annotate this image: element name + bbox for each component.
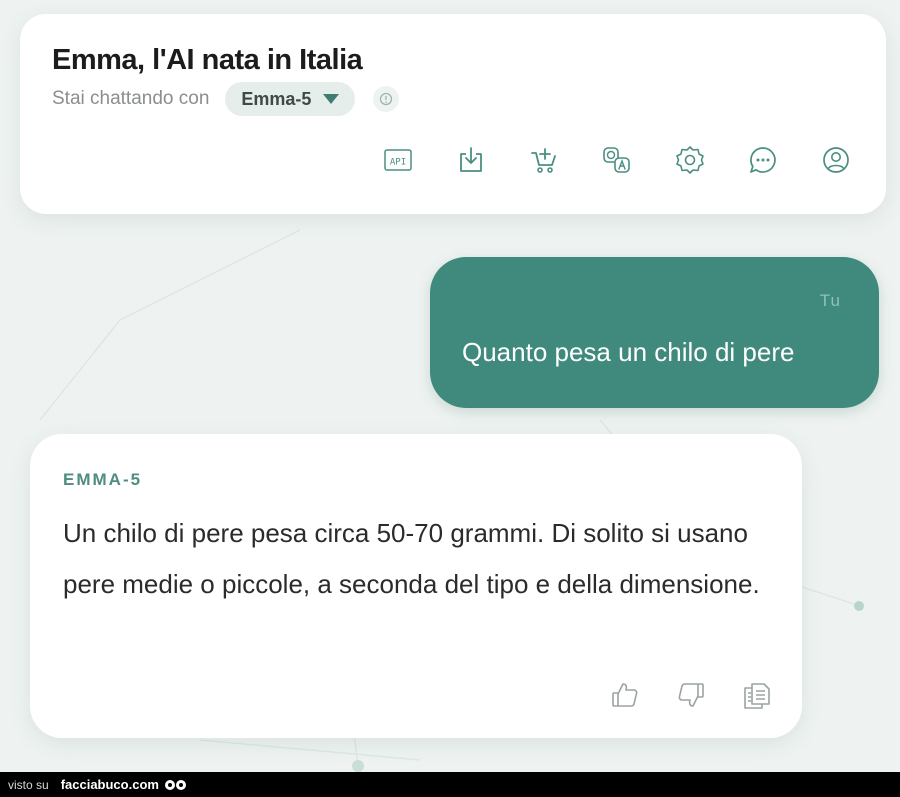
settings-button[interactable] <box>674 144 706 176</box>
api-icon: API <box>384 149 412 171</box>
user-sender-label: Tu <box>819 291 841 310</box>
download-button[interactable] <box>455 144 487 176</box>
assistant-sender-label: EMMA-5 <box>63 470 143 489</box>
message-actions <box>608 678 774 712</box>
header-card: Emma, l'AI nata in Italia Stai chattando… <box>20 14 886 214</box>
copy-icon <box>744 683 770 709</box>
model-select[interactable]: Emma-5 <box>225 82 356 116</box>
download-icon <box>460 147 482 172</box>
chat-bubble-icon <box>750 147 776 173</box>
page-title: Emma, l'AI nata in Italia <box>52 44 363 76</box>
user-message: Tu Quanto pesa un chilo di pere <box>430 257 879 408</box>
api-button[interactable]: API <box>382 144 414 176</box>
model-select-value: Emma-5 <box>241 88 312 109</box>
api-label: API <box>390 158 406 168</box>
gear-icon <box>676 146 704 174</box>
translate-icon <box>603 147 630 173</box>
like-button[interactable] <box>608 678 642 712</box>
user-message-text: Quanto pesa un chilo di pere <box>462 337 795 367</box>
cart-button[interactable] <box>528 144 560 176</box>
brand-eyes-icon <box>164 779 186 790</box>
footer-visto-text: visto su <box>8 777 49 792</box>
thumbs-up-icon <box>612 683 638 707</box>
info-icon <box>380 92 393 106</box>
copy-button[interactable] <box>740 678 774 712</box>
dislike-button[interactable] <box>674 678 708 712</box>
footer-bar: visto su facciabuco.com <box>0 772 900 797</box>
toolbar: API <box>382 144 852 176</box>
user-icon <box>823 147 849 173</box>
thumbs-down-icon <box>678 683 704 707</box>
subtitle-row: Stai chattando con Emma-5 <box>52 82 400 116</box>
cart-plus-icon <box>531 148 556 173</box>
profile-button[interactable] <box>820 144 852 176</box>
subtitle-text: Stai chattando con <box>52 88 210 109</box>
assistant-message: EMMA-5 Un chilo di pere pesa circa 50-70… <box>30 434 802 738</box>
chevron-down-icon <box>323 94 340 104</box>
translate-button[interactable] <box>601 144 633 176</box>
info-button[interactable] <box>373 86 400 112</box>
assistant-message-text: Un chilo di pere pesa circa 50-70 grammi… <box>63 518 760 599</box>
footer-brand-link[interactable]: facciabuco.com <box>61 777 159 792</box>
chat-button[interactable] <box>747 144 779 176</box>
